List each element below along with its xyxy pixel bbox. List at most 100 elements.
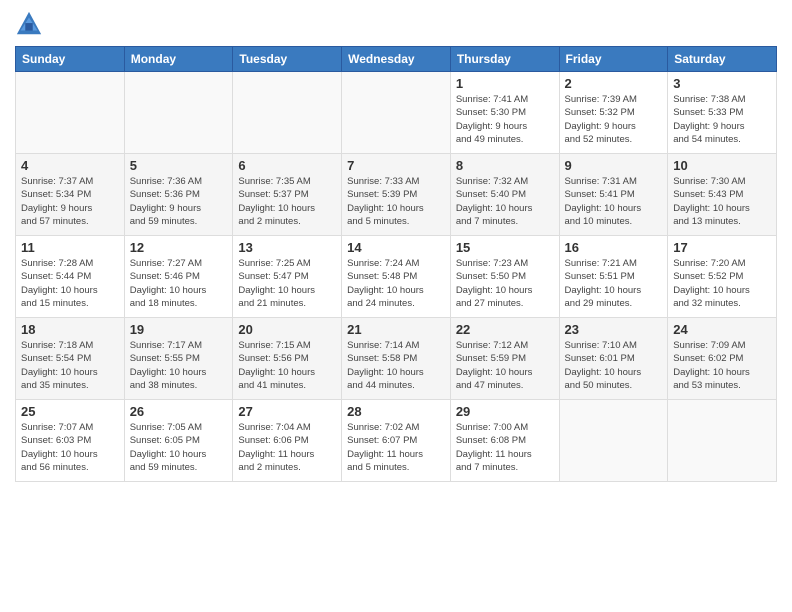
day-number: 7 bbox=[347, 158, 445, 173]
calendar-cell: 4 Sunrise: 7:37 AM Sunset: 5:34 PM Daylig… bbox=[16, 154, 125, 236]
calendar-cell: 2 Sunrise: 7:39 AM Sunset: 5:32 PM Daylig… bbox=[559, 72, 668, 154]
day-info: Sunrise: 7:38 AM Sunset: 5:33 PM Dayligh… bbox=[673, 93, 771, 146]
day-info: Sunrise: 7:41 AM Sunset: 5:30 PM Dayligh… bbox=[456, 93, 554, 146]
calendar-cell bbox=[668, 400, 777, 482]
day-info: Sunrise: 7:00 AM Sunset: 6:08 PM Dayligh… bbox=[456, 421, 554, 474]
day-number: 4 bbox=[21, 158, 119, 173]
day-number: 24 bbox=[673, 322, 771, 337]
day-info: Sunrise: 7:20 AM Sunset: 5:52 PM Dayligh… bbox=[673, 257, 771, 310]
calendar-cell: 22 Sunrise: 7:12 AM Sunset: 5:59 PM Dayli… bbox=[450, 318, 559, 400]
weekday-row: SundayMondayTuesdayWednesdayThursdayFrid… bbox=[16, 47, 777, 72]
day-number: 26 bbox=[130, 404, 228, 419]
calendar-cell: 14 Sunrise: 7:24 AM Sunset: 5:48 PM Dayli… bbox=[342, 236, 451, 318]
day-info: Sunrise: 7:23 AM Sunset: 5:50 PM Dayligh… bbox=[456, 257, 554, 310]
calendar-cell: 8Sunrise: 7:32 AM Sunset: 5:40 PM Daylig… bbox=[450, 154, 559, 236]
day-number: 25 bbox=[21, 404, 119, 419]
calendar-week-1: 1 Sunrise: 7:41 AM Sunset: 5:30 PM Daylig… bbox=[16, 72, 777, 154]
day-number: 2 bbox=[565, 76, 663, 91]
calendar-cell: 19 Sunrise: 7:17 AM Sunset: 5:55 PM Dayli… bbox=[124, 318, 233, 400]
day-number: 17 bbox=[673, 240, 771, 255]
calendar-body: 1 Sunrise: 7:41 AM Sunset: 5:30 PM Daylig… bbox=[16, 72, 777, 482]
day-number: 12 bbox=[130, 240, 228, 255]
calendar-cell: 7 Sunrise: 7:33 AM Sunset: 5:39 PM Daylig… bbox=[342, 154, 451, 236]
calendar-cell: 13 Sunrise: 7:25 AM Sunset: 5:47 PM Dayli… bbox=[233, 236, 342, 318]
weekday-header-friday: Friday bbox=[559, 47, 668, 72]
day-number: 20 bbox=[238, 322, 336, 337]
day-number: 14 bbox=[347, 240, 445, 255]
day-number: 19 bbox=[130, 322, 228, 337]
day-number: 27 bbox=[238, 404, 336, 419]
calendar-cell: 17 Sunrise: 7:20 AM Sunset: 5:52 PM Dayli… bbox=[668, 236, 777, 318]
day-number: 9 bbox=[565, 158, 663, 173]
day-info: Sunrise: 7:09 AM Sunset: 6:02 PM Dayligh… bbox=[673, 339, 771, 392]
day-number: 6 bbox=[238, 158, 336, 173]
logo-icon bbox=[15, 10, 43, 38]
calendar-week-5: 25 Sunrise: 7:07 AM Sunset: 6:03 PM Dayli… bbox=[16, 400, 777, 482]
calendar-cell: 23Sunrise: 7:10 AM Sunset: 6:01 PM Dayli… bbox=[559, 318, 668, 400]
day-number: 28 bbox=[347, 404, 445, 419]
calendar-cell: 18 Sunrise: 7:18 AM Sunset: 5:54 PM Dayli… bbox=[16, 318, 125, 400]
day-info: Sunrise: 7:15 AM Sunset: 5:56 PM Dayligh… bbox=[238, 339, 336, 392]
calendar-cell: 24 Sunrise: 7:09 AM Sunset: 6:02 PM Dayli… bbox=[668, 318, 777, 400]
day-number: 22 bbox=[456, 322, 554, 337]
day-info: Sunrise: 7:31 AM Sunset: 5:41 PM Dayligh… bbox=[565, 175, 663, 228]
weekday-header-sunday: Sunday bbox=[16, 47, 125, 72]
day-number: 10 bbox=[673, 158, 771, 173]
calendar-week-3: 11Sunrise: 7:28 AM Sunset: 5:44 PM Dayli… bbox=[16, 236, 777, 318]
calendar-cell: 25 Sunrise: 7:07 AM Sunset: 6:03 PM Dayli… bbox=[16, 400, 125, 482]
calendar-cell: 26 Sunrise: 7:05 AM Sunset: 6:05 PM Dayli… bbox=[124, 400, 233, 482]
calendar-cell: 27 Sunrise: 7:04 AM Sunset: 6:06 PM Dayli… bbox=[233, 400, 342, 482]
calendar-cell: 10 Sunrise: 7:30 AM Sunset: 5:43 PM Dayli… bbox=[668, 154, 777, 236]
day-info: Sunrise: 7:04 AM Sunset: 6:06 PM Dayligh… bbox=[238, 421, 336, 474]
day-number: 3 bbox=[673, 76, 771, 91]
calendar: SundayMondayTuesdayWednesdayThursdayFrid… bbox=[15, 46, 777, 482]
day-info: Sunrise: 7:02 AM Sunset: 6:07 PM Dayligh… bbox=[347, 421, 445, 474]
calendar-cell: 1 Sunrise: 7:41 AM Sunset: 5:30 PM Daylig… bbox=[450, 72, 559, 154]
calendar-header: SundayMondayTuesdayWednesdayThursdayFrid… bbox=[16, 47, 777, 72]
day-info: Sunrise: 7:27 AM Sunset: 5:46 PM Dayligh… bbox=[130, 257, 228, 310]
weekday-header-tuesday: Tuesday bbox=[233, 47, 342, 72]
weekday-header-monday: Monday bbox=[124, 47, 233, 72]
day-number: 18 bbox=[21, 322, 119, 337]
day-info: Sunrise: 7:37 AM Sunset: 5:34 PM Dayligh… bbox=[21, 175, 119, 228]
day-number: 8 bbox=[456, 158, 554, 173]
calendar-cell: 9 Sunrise: 7:31 AM Sunset: 5:41 PM Daylig… bbox=[559, 154, 668, 236]
calendar-week-4: 18 Sunrise: 7:18 AM Sunset: 5:54 PM Dayli… bbox=[16, 318, 777, 400]
day-number: 13 bbox=[238, 240, 336, 255]
calendar-cell: 12 Sunrise: 7:27 AM Sunset: 5:46 PM Dayli… bbox=[124, 236, 233, 318]
weekday-header-wednesday: Wednesday bbox=[342, 47, 451, 72]
day-info: Sunrise: 7:07 AM Sunset: 6:03 PM Dayligh… bbox=[21, 421, 119, 474]
day-number: 23 bbox=[565, 322, 663, 337]
calendar-cell: 28 Sunrise: 7:02 AM Sunset: 6:07 PM Dayli… bbox=[342, 400, 451, 482]
calendar-cell: 21 Sunrise: 7:14 AM Sunset: 5:58 PM Dayli… bbox=[342, 318, 451, 400]
day-number: 29 bbox=[456, 404, 554, 419]
calendar-cell: 11Sunrise: 7:28 AM Sunset: 5:44 PM Dayli… bbox=[16, 236, 125, 318]
calendar-cell: 29 Sunrise: 7:00 AM Sunset: 6:08 PM Dayli… bbox=[450, 400, 559, 482]
day-info: Sunrise: 7:25 AM Sunset: 5:47 PM Dayligh… bbox=[238, 257, 336, 310]
calendar-cell: 15 Sunrise: 7:23 AM Sunset: 5:50 PM Dayli… bbox=[450, 236, 559, 318]
day-number: 21 bbox=[347, 322, 445, 337]
calendar-cell: 3 Sunrise: 7:38 AM Sunset: 5:33 PM Daylig… bbox=[668, 72, 777, 154]
day-info: Sunrise: 7:33 AM Sunset: 5:39 PM Dayligh… bbox=[347, 175, 445, 228]
day-number: 1 bbox=[456, 76, 554, 91]
weekday-header-saturday: Saturday bbox=[668, 47, 777, 72]
day-info: Sunrise: 7:35 AM Sunset: 5:37 PM Dayligh… bbox=[238, 175, 336, 228]
day-info: Sunrise: 7:12 AM Sunset: 5:59 PM Dayligh… bbox=[456, 339, 554, 392]
day-number: 5 bbox=[130, 158, 228, 173]
calendar-week-2: 4 Sunrise: 7:37 AM Sunset: 5:34 PM Daylig… bbox=[16, 154, 777, 236]
day-info: Sunrise: 7:05 AM Sunset: 6:05 PM Dayligh… bbox=[130, 421, 228, 474]
day-info: Sunrise: 7:21 AM Sunset: 5:51 PM Dayligh… bbox=[565, 257, 663, 310]
day-info: Sunrise: 7:17 AM Sunset: 5:55 PM Dayligh… bbox=[130, 339, 228, 392]
calendar-cell: 5Sunrise: 7:36 AM Sunset: 5:36 PM Daylig… bbox=[124, 154, 233, 236]
day-info: Sunrise: 7:18 AM Sunset: 5:54 PM Dayligh… bbox=[21, 339, 119, 392]
day-info: Sunrise: 7:24 AM Sunset: 5:48 PM Dayligh… bbox=[347, 257, 445, 310]
calendar-cell bbox=[559, 400, 668, 482]
day-info: Sunrise: 7:30 AM Sunset: 5:43 PM Dayligh… bbox=[673, 175, 771, 228]
calendar-cell bbox=[342, 72, 451, 154]
day-info: Sunrise: 7:39 AM Sunset: 5:32 PM Dayligh… bbox=[565, 93, 663, 146]
day-number: 15 bbox=[456, 240, 554, 255]
day-number: 16 bbox=[565, 240, 663, 255]
day-info: Sunrise: 7:14 AM Sunset: 5:58 PM Dayligh… bbox=[347, 339, 445, 392]
day-info: Sunrise: 7:28 AM Sunset: 5:44 PM Dayligh… bbox=[21, 257, 119, 310]
header bbox=[15, 10, 777, 38]
